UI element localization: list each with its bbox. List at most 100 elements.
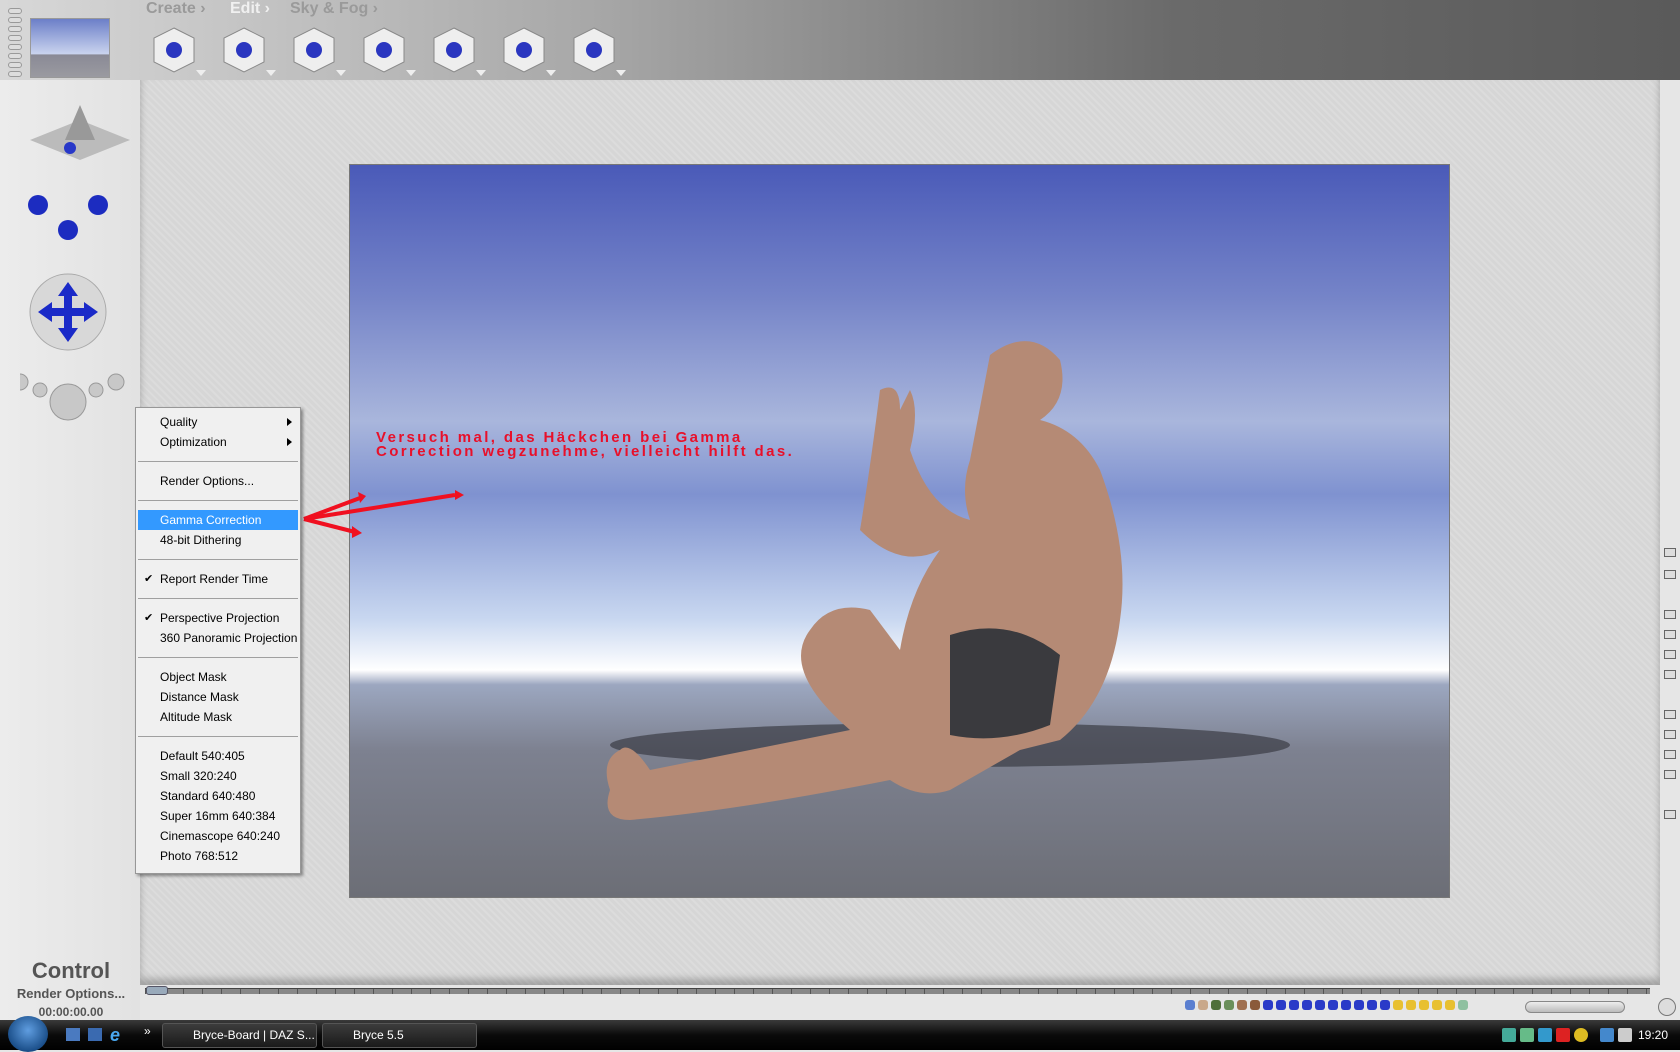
- right-tool-icon[interactable]: [1664, 570, 1676, 579]
- object-type-icon[interactable]: [1393, 1000, 1403, 1010]
- show-desktop-icon[interactable]: [66, 1028, 80, 1041]
- object-type-icon[interactable]: [1354, 1000, 1364, 1010]
- object-type-icon[interactable]: [1289, 1000, 1299, 1010]
- animation-timeline[interactable]: [145, 988, 1650, 994]
- menu-item-gamma-correction[interactable]: Gamma Correction: [138, 510, 298, 530]
- tab-sky-fog[interactable]: Sky & Fog ›: [290, 0, 378, 18]
- menu-item-super-16mm-640-384[interactable]: Super 16mm 640:384: [138, 806, 298, 826]
- menu-item-label: Object Mask: [160, 670, 227, 684]
- align-tool-icon[interactable]: [428, 24, 486, 76]
- tray-connection-icon[interactable]: [1600, 1028, 1614, 1042]
- quicklaunch-overflow[interactable]: »: [144, 1024, 151, 1038]
- rotate-tool-icon[interactable]: [288, 24, 346, 76]
- menu-item-label: Report Render Time: [160, 572, 269, 586]
- menu-item-photo-768-512[interactable]: Photo 768:512: [138, 846, 298, 866]
- object-type-icon[interactable]: [1341, 1000, 1351, 1010]
- object-type-icon[interactable]: [1276, 1000, 1286, 1010]
- memory-dot[interactable]: [8, 35, 22, 41]
- right-tool-icon[interactable]: [1664, 630, 1676, 639]
- object-type-icon[interactable]: [1367, 1000, 1377, 1010]
- taskbar: e » Bryce-Board | DAZ S... Bryce 5.5 19:…: [0, 1016, 1680, 1052]
- right-tool-icon[interactable]: [1664, 750, 1676, 759]
- object-type-icon[interactable]: [1380, 1000, 1390, 1010]
- playback-controls[interactable]: [1525, 1001, 1625, 1013]
- submenu-arrow-icon: [287, 418, 292, 426]
- right-tool-icon[interactable]: [1664, 730, 1676, 739]
- menu-item-report-render-time[interactable]: ✔ Report Render Time: [138, 569, 298, 589]
- object-type-icon[interactable]: [1406, 1000, 1416, 1010]
- tray-network-icon[interactable]: [1538, 1028, 1552, 1042]
- menu-item-360-panoramic-projection[interactable]: 360 Panoramic Projection: [138, 628, 298, 648]
- start-button[interactable]: [8, 1016, 48, 1052]
- object-type-icon[interactable]: [1328, 1000, 1338, 1010]
- globe-icon[interactable]: [1658, 998, 1676, 1016]
- submenu-arrow-icon: [287, 438, 292, 446]
- right-tool-icon[interactable]: [1664, 770, 1676, 779]
- memory-dot[interactable]: [8, 62, 22, 68]
- right-tool-icon[interactable]: [1664, 810, 1676, 819]
- switch-windows-icon[interactable]: [88, 1028, 102, 1041]
- menu-item-object-mask[interactable]: Object Mask: [138, 667, 298, 687]
- right-tool-icon[interactable]: [1664, 610, 1676, 619]
- right-tool-icon[interactable]: [1664, 650, 1676, 659]
- right-toolstrip: [1660, 80, 1680, 1020]
- menu-item-render-options[interactable]: Render Options...: [138, 471, 298, 491]
- right-tool-icon[interactable]: [1664, 710, 1676, 719]
- memory-dot[interactable]: [8, 53, 22, 59]
- object-selection-bar[interactable]: [1185, 1000, 1468, 1014]
- terrain-tool-icon[interactable]: [568, 24, 626, 76]
- camera-controls[interactable]: [20, 90, 140, 430]
- menu-item-48-bit-dithering[interactable]: 48-bit Dithering: [138, 530, 298, 550]
- object-type-icon[interactable]: [1237, 1000, 1247, 1010]
- menu-item-standard-640-480[interactable]: Standard 640:480: [138, 786, 298, 806]
- memory-dot[interactable]: [8, 71, 22, 77]
- tray-warning-icon[interactable]: [1502, 1028, 1516, 1042]
- right-tool-icon[interactable]: [1664, 548, 1676, 557]
- object-type-icon[interactable]: [1419, 1000, 1429, 1010]
- memory-dot[interactable]: [8, 17, 22, 23]
- object-type-icon[interactable]: [1224, 1000, 1234, 1010]
- create-cube-tool-icon[interactable]: [148, 24, 206, 76]
- object-type-icon[interactable]: [1432, 1000, 1442, 1010]
- menu-item-quality[interactable]: Quality: [138, 412, 298, 432]
- right-tool-icon[interactable]: [1664, 670, 1676, 679]
- menu-item-label: Quality: [160, 415, 198, 429]
- task-bryce-board[interactable]: Bryce-Board | DAZ S...: [162, 1023, 317, 1048]
- tab-edit[interactable]: Edit ›: [230, 0, 270, 18]
- object-type-icon[interactable]: [1302, 1000, 1312, 1010]
- render-preview[interactable]: [349, 164, 1450, 898]
- memory-dot[interactable]: [8, 8, 22, 14]
- edit-tool-icon[interactable]: [218, 24, 276, 76]
- task-label: Bryce-Board | DAZ S...: [193, 1028, 315, 1042]
- object-type-icon[interactable]: [1250, 1000, 1260, 1010]
- nano-preview[interactable]: [30, 18, 110, 78]
- clock[interactable]: 19:20: [1638, 1028, 1668, 1042]
- memory-dot[interactable]: [8, 26, 22, 32]
- trackball-icon: [28, 195, 108, 240]
- menu-item-perspective-projection[interactable]: ✔ Perspective Projection: [138, 608, 298, 628]
- object-type-icon[interactable]: [1211, 1000, 1221, 1010]
- internet-explorer-icon[interactable]: e: [110, 1025, 120, 1046]
- object-type-icon[interactable]: [1458, 1000, 1468, 1010]
- volume-icon[interactable]: [1618, 1028, 1632, 1042]
- timeline-scrubber[interactable]: [146, 986, 168, 995]
- menu-item-altitude-mask[interactable]: Altitude Mask: [138, 707, 298, 727]
- object-type-icon[interactable]: [1263, 1000, 1273, 1010]
- menu-item-cinemascope-640-240[interactable]: Cinemascope 640:240: [138, 826, 298, 846]
- menu-item-distance-mask[interactable]: Distance Mask: [138, 687, 298, 707]
- tray-antivirus-icon[interactable]: [1556, 1028, 1570, 1042]
- object-type-icon[interactable]: [1445, 1000, 1455, 1010]
- menu-item-default-540-405[interactable]: Default 540:405: [138, 746, 298, 766]
- object-type-icon[interactable]: [1315, 1000, 1325, 1010]
- randomize-tool-icon[interactable]: [498, 24, 556, 76]
- memory-dot[interactable]: [8, 44, 22, 50]
- object-type-icon[interactable]: [1185, 1000, 1195, 1010]
- task-bryce[interactable]: Bryce 5.5: [322, 1023, 477, 1048]
- menu-item-optimization[interactable]: Optimization: [138, 432, 298, 452]
- resize-tool-icon[interactable]: [358, 24, 416, 76]
- tray-disc-icon[interactable]: [1574, 1028, 1588, 1042]
- object-type-icon[interactable]: [1198, 1000, 1208, 1010]
- menu-item-small-320-240[interactable]: Small 320:240: [138, 766, 298, 786]
- tray-update-icon[interactable]: [1520, 1028, 1534, 1042]
- tab-create[interactable]: Create ›: [146, 0, 206, 18]
